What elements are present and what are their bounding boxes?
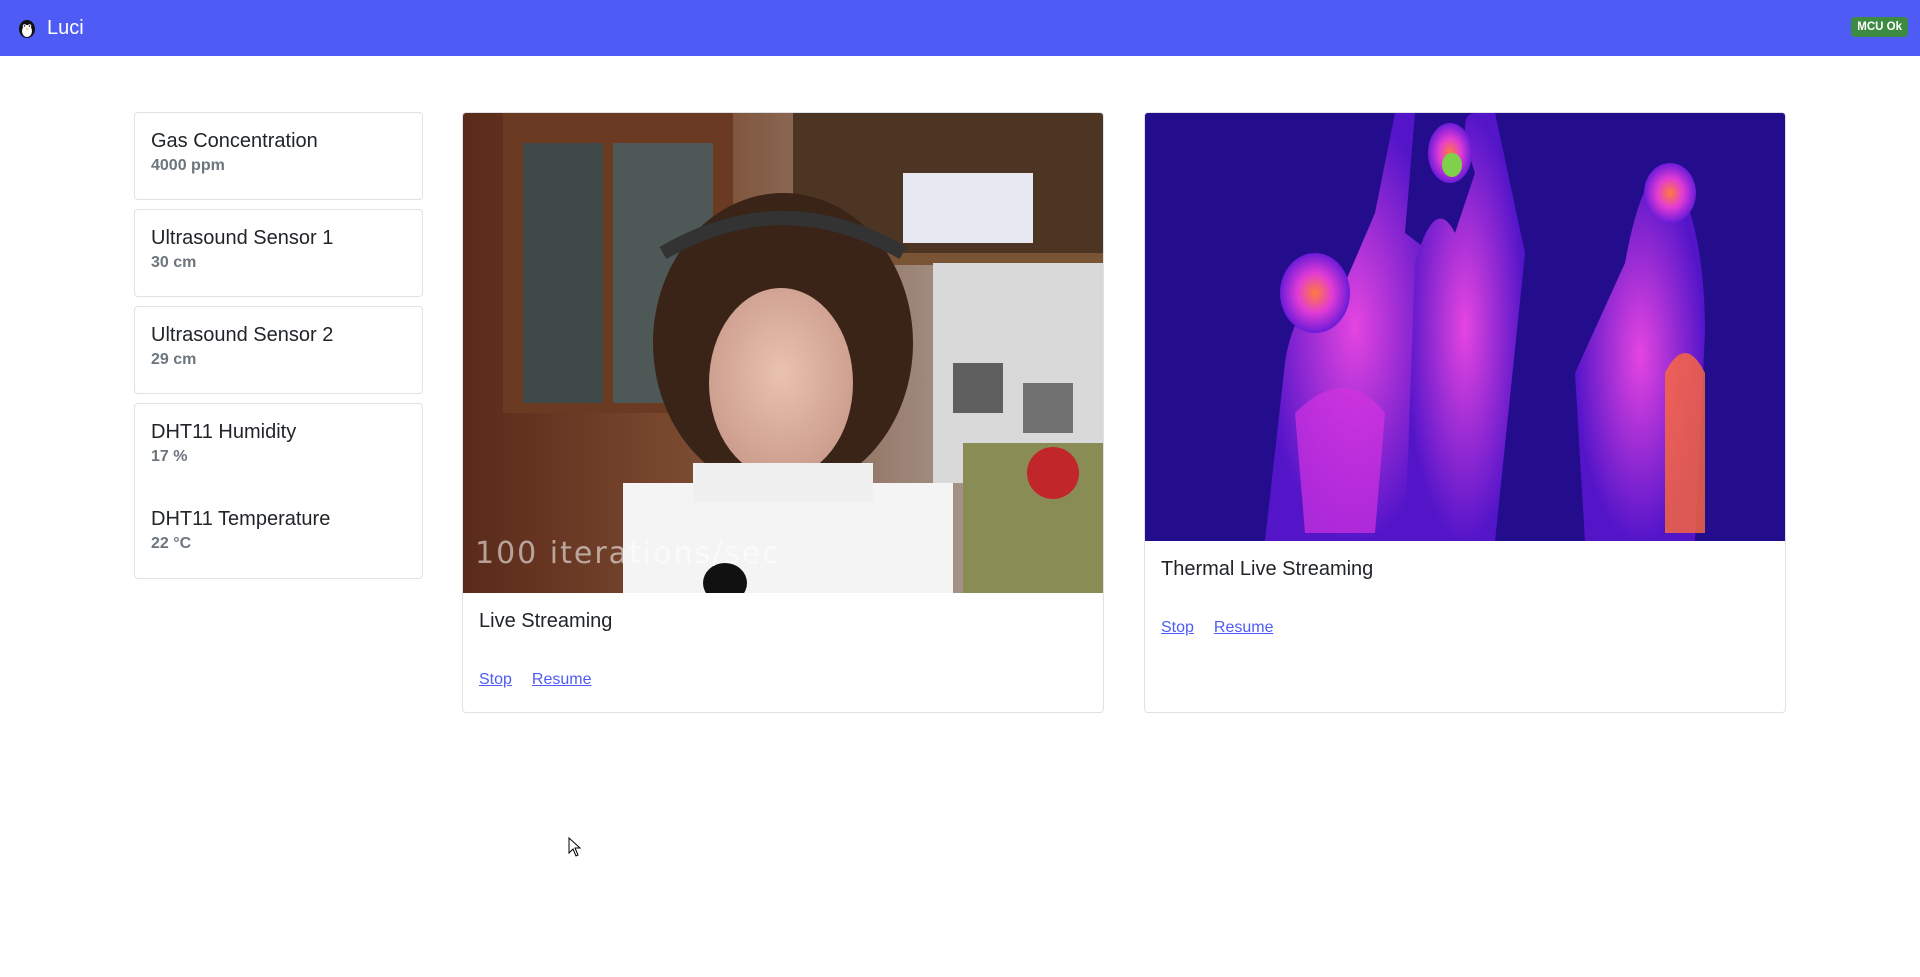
- stop-button[interactable]: Stop: [479, 671, 512, 689]
- fps-overlay: 100 iterations/sec: [475, 536, 781, 571]
- sensor-value: 30 cm: [151, 254, 197, 271]
- resume-button[interactable]: Resume: [1214, 619, 1274, 637]
- sensor-value: 17 %: [151, 448, 188, 465]
- brand-link[interactable]: Luci: [16, 17, 84, 40]
- sensor-value: 29 cm: [151, 351, 197, 368]
- dht11-temperature: DHT11 Temperature 22 °C: [151, 507, 406, 554]
- top-navbar: Luci MCU Ok: [0, 0, 1920, 56]
- stream-actions: Stop Resume: [479, 671, 1087, 689]
- sensor-title: Ultrasound Sensor 2: [151, 324, 334, 346]
- sensor-title: DHT11 Temperature: [151, 508, 331, 530]
- mouse-cursor-icon: [568, 836, 582, 857]
- stop-button[interactable]: Stop: [1161, 619, 1194, 637]
- live-camera-frame: 100 iterations/sec: [463, 113, 1103, 593]
- live-stream-body: Live Streaming Stop Resume: [463, 593, 1103, 705]
- sensor-card-ultrasound-1: Ultrasound Sensor 1 30 cm: [134, 209, 423, 297]
- sensor-card-gas: Gas Concentration 4000 ppm: [134, 112, 423, 200]
- mcu-status-badge: MCU Ok: [1851, 17, 1908, 37]
- live-stream-card: 100 iterations/sec Live Streaming Stop R…: [462, 112, 1104, 713]
- stream-title: Live Streaming: [479, 610, 613, 632]
- sensor-value: 22 °C: [151, 535, 192, 552]
- resume-button[interactable]: Resume: [532, 671, 592, 689]
- thermal-stream-card: Thermal Live Streaming Stop Resume: [1144, 112, 1786, 713]
- sensor-card-ultrasound-2: Ultrasound Sensor 2 29 cm: [134, 306, 423, 394]
- sensor-card-dht11: DHT11 Humidity 17 % DHT11 Temperature 22…: [134, 403, 423, 579]
- sensor-value: 4000 ppm: [151, 157, 225, 174]
- sensor-title: DHT11 Humidity: [151, 421, 297, 443]
- thermal-stream-body: Thermal Live Streaming Stop Resume: [1145, 541, 1785, 653]
- thermal-camera-frame: [1145, 113, 1785, 541]
- stream-actions: Stop Resume: [1161, 619, 1769, 637]
- dht11-humidity: DHT11 Humidity 17 %: [151, 420, 406, 467]
- stream-title: Thermal Live Streaming: [1161, 558, 1374, 580]
- penguin-logo-icon: [16, 17, 38, 39]
- sensor-title: Ultrasound Sensor 1: [151, 227, 334, 249]
- sensor-title: Gas Concentration: [151, 130, 318, 152]
- brand-name: Luci: [47, 16, 84, 39]
- sensor-list: Gas Concentration 4000 ppm Ultrasound Se…: [134, 112, 423, 588]
